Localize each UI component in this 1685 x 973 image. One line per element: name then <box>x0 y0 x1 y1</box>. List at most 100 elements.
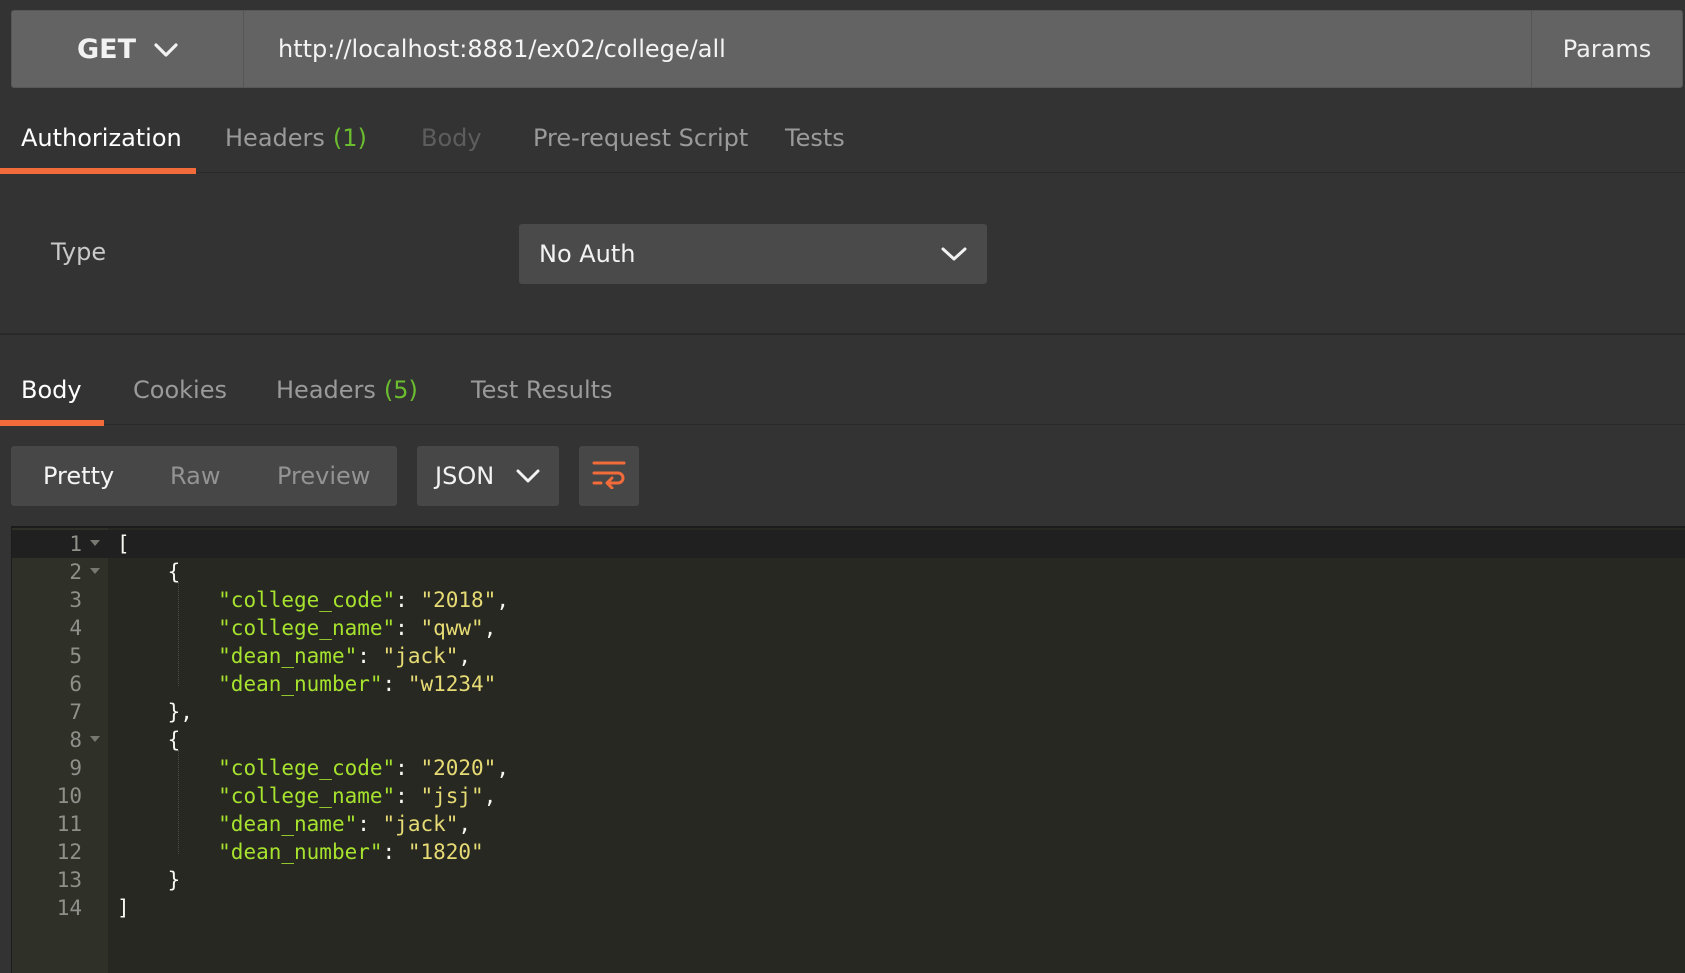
json-punctuation: { <box>117 560 181 584</box>
json-punctuation: : <box>357 812 383 836</box>
auth-type-value: No Auth <box>539 240 636 268</box>
json-punctuation: : <box>395 784 421 808</box>
json-punctuation: }, <box>117 700 193 724</box>
tab-response-headers[interactable]: Headers (5) <box>276 356 418 424</box>
code-line: 9 "college_code": "2020", <box>12 754 1685 782</box>
json-key: "dean_name" <box>218 644 358 668</box>
json-punctuation <box>117 672 218 696</box>
json-punctuation: : <box>395 588 421 612</box>
tab-label: Body <box>21 376 82 404</box>
code-text: }, <box>117 698 193 726</box>
fold-arrow-icon[interactable] <box>90 568 100 574</box>
code-line: 14] <box>12 894 1685 922</box>
view-raw-button[interactable]: Raw <box>170 446 220 506</box>
tab-pre-request-script[interactable]: Pre-request Script <box>533 104 748 172</box>
params-button[interactable]: Params <box>1531 11 1682 87</box>
response-tabs: Body Cookies Headers (5) Test Results <box>0 356 1685 426</box>
wrap-lines-icon <box>592 459 626 493</box>
code-text: "college_code": "2020", <box>117 754 509 782</box>
tab-headers[interactable]: Headers (1) <box>225 104 367 172</box>
code-text: "college_name": "qww", <box>117 614 496 642</box>
headers-count: (5) <box>383 376 418 404</box>
request-bar: GET Params <box>11 10 1683 88</box>
section-divider <box>0 333 1685 335</box>
tab-response-body[interactable]: Body <box>21 356 82 424</box>
method-label: GET <box>76 33 137 65</box>
line-number: 13 <box>56 868 82 892</box>
format-select[interactable]: JSON <box>417 446 559 506</box>
line-number: 9 <box>69 756 82 780</box>
json-punctuation <box>117 784 218 808</box>
url-input[interactable] <box>244 11 1531 87</box>
line-number: 6 <box>69 672 82 696</box>
fold-arrow-icon[interactable] <box>90 736 100 742</box>
headers-count: (1) <box>332 124 367 152</box>
format-value: JSON <box>435 462 495 490</box>
json-punctuation <box>117 644 218 668</box>
code-text: { <box>117 558 181 586</box>
tab-tests[interactable]: Tests <box>785 104 845 172</box>
line-number: 8 <box>69 728 82 752</box>
code-text: "dean_number": "w1234" <box>117 670 496 698</box>
json-value: "1820" <box>407 840 484 864</box>
code-line: 1[ <box>12 530 1685 558</box>
json-punctuation: , <box>496 588 509 612</box>
response-body-editor[interactable]: 1[2 {3 "college_code": "2018", 4 "college… <box>11 526 1685 973</box>
json-key: "college_name" <box>218 616 396 640</box>
code-text: "college_name": "jsj", <box>117 782 496 810</box>
json-punctuation <box>117 756 218 780</box>
tab-body[interactable]: Body <box>421 104 482 172</box>
view-preview-button[interactable]: Preview <box>277 446 370 506</box>
json-key: "college_code" <box>218 588 396 612</box>
view-pretty-button[interactable]: Pretty <box>43 446 114 506</box>
view-mode-group: Pretty Raw Preview <box>11 446 397 506</box>
line-number: 1 <box>69 532 82 556</box>
json-key: "college_code" <box>218 756 396 780</box>
chevron-down-icon <box>516 462 540 490</box>
code-line: 2 { <box>12 558 1685 586</box>
line-number: 2 <box>69 560 82 584</box>
tab-authorization[interactable]: Authorization <box>21 104 182 172</box>
tab-label: Pre-request Script <box>533 124 749 152</box>
auth-type-label: Type <box>51 238 107 266</box>
code-line: 7 }, <box>12 698 1685 726</box>
json-punctuation: { <box>117 728 181 752</box>
code-line: 11 "dean_name": "jack", <box>12 810 1685 838</box>
json-punctuation: : <box>395 616 421 640</box>
params-label: Params <box>1562 35 1652 63</box>
json-punctuation: , <box>458 812 472 836</box>
line-number: 11 <box>56 812 82 836</box>
json-punctuation <box>117 812 218 836</box>
wrap-lines-button[interactable] <box>579 446 639 506</box>
code-text: "dean_name": "jack", <box>117 810 471 838</box>
code-text: { <box>117 726 181 754</box>
tab-cookies[interactable]: Cookies <box>133 356 227 424</box>
json-value: "jack" <box>382 644 459 668</box>
json-key: "dean_number" <box>218 840 383 864</box>
code-line: 8 { <box>12 726 1685 754</box>
json-value: "jsj" <box>420 784 484 808</box>
auth-type-select[interactable]: No Auth <box>519 224 987 284</box>
code-line: 3 "college_code": "2018", <box>12 586 1685 614</box>
line-number: 3 <box>69 588 82 612</box>
line-number: 12 <box>56 840 82 864</box>
line-number: 7 <box>69 700 82 724</box>
tab-label: Authorization <box>21 124 182 152</box>
active-tab-indicator <box>0 168 196 174</box>
method-select[interactable]: GET <box>12 11 244 87</box>
tab-test-results[interactable]: Test Results <box>471 356 613 424</box>
tab-label: Tests <box>785 124 845 152</box>
json-key: "dean_name" <box>218 812 358 836</box>
code-text: ] <box>117 894 130 922</box>
json-value: "jack" <box>382 812 459 836</box>
line-number: 10 <box>56 784 82 808</box>
code-line: 10 "college_name": "jsj", <box>12 782 1685 810</box>
tab-label: Test Results <box>471 376 613 404</box>
json-punctuation: : <box>395 756 421 780</box>
active-tab-indicator <box>0 420 104 426</box>
code-text: "dean_name": "jack", <box>117 642 471 670</box>
json-value: "qww" <box>420 616 484 640</box>
fold-arrow-icon[interactable] <box>90 540 100 546</box>
code-text: "dean_number": "1820" <box>117 838 484 866</box>
code-text: [ <box>117 530 130 558</box>
